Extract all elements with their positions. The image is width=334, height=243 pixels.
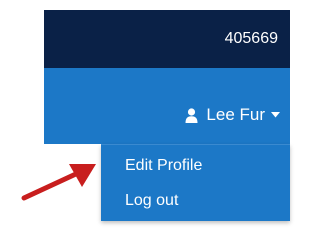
user-dropdown-menu: Edit Profile Log out: [101, 144, 290, 221]
user-icon: [185, 107, 198, 123]
user-name: Lee Fur: [206, 105, 265, 124]
account-id: 405669: [224, 30, 278, 47]
caret-down-icon: [271, 112, 280, 118]
user-menu-toggle[interactable]: Lee Fur: [185, 104, 280, 126]
nav-bar: Lee Fur: [44, 68, 290, 144]
red-arrow-icon: [21, 164, 96, 201]
top-bar: 405669: [44, 10, 290, 68]
log-out-menu-item[interactable]: Log out: [125, 191, 178, 211]
page: 405669 Lee Fur Edit Profile Log out: [0, 0, 334, 243]
edit-profile-menu-item[interactable]: Edit Profile: [125, 156, 202, 176]
